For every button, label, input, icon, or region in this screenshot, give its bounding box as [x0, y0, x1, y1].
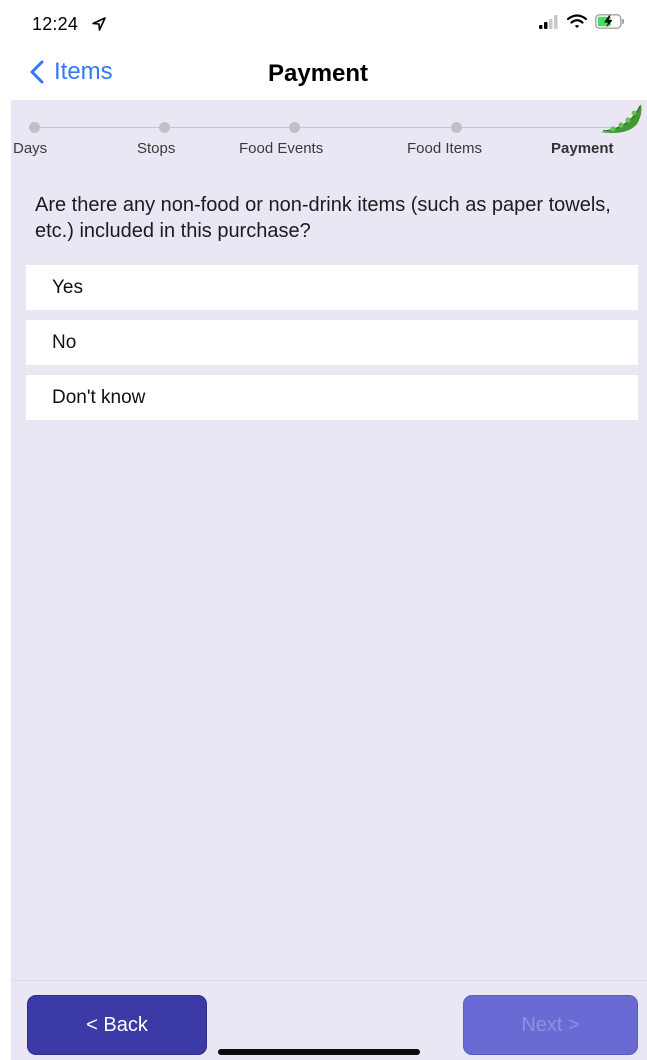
- step-label-payment: Payment: [551, 140, 614, 157]
- wifi-icon: [567, 14, 587, 28]
- back-nav-label: Items: [54, 58, 113, 85]
- step-label-food-events: Food Events: [239, 140, 324, 157]
- navigation-bar: Items Payment: [0, 50, 647, 98]
- battery-charging-icon: [595, 14, 624, 29]
- progress-stepper: Days Stops Food Events Food Items Paymen…: [11, 100, 647, 166]
- step-label-days: Days: [13, 140, 48, 157]
- status-bar: 12:24: [0, 0, 647, 44]
- peapod-icon: [600, 104, 642, 133]
- home-indicator: [218, 1049, 420, 1055]
- status-time: 12:24: [32, 14, 79, 34]
- option-label: Don't know: [52, 386, 146, 408]
- app-screen: 12:24 Items Payment Days Stops Food Even…: [0, 0, 647, 1060]
- progress-dot-days: [29, 122, 40, 133]
- progress-dot-food-events: [289, 122, 300, 133]
- chevron-left-icon: [30, 60, 44, 84]
- progress-line: [31, 127, 627, 128]
- bottom-button-bar: < Back Next >: [11, 980, 647, 1060]
- cellular-signal-icon: [539, 14, 558, 29]
- page-title: Payment: [268, 60, 369, 87]
- option-yes[interactable]: Yes: [26, 265, 638, 310]
- next-button[interactable]: Next >: [463, 995, 638, 1055]
- content-area: Days Stops Food Events Food Items Paymen…: [11, 100, 647, 980]
- answer-options: Yes No Don't know: [26, 265, 638, 430]
- step-label-food-items: Food Items: [407, 140, 483, 157]
- back-button[interactable]: < Back: [27, 995, 207, 1055]
- back-to-items-button[interactable]: Items: [30, 58, 113, 86]
- progress-dot-food-items: [451, 122, 462, 133]
- step-label-stops: Stops: [137, 140, 176, 157]
- option-no[interactable]: No: [26, 320, 638, 365]
- option-label: No: [52, 331, 77, 353]
- location-arrow-icon: [92, 17, 106, 31]
- question-text: Are there any non-food or non-drink item…: [35, 194, 611, 242]
- option-label: Yes: [52, 276, 83, 298]
- status-icons: [539, 14, 625, 29]
- option-dont-know[interactable]: Don't know: [26, 375, 638, 420]
- progress-dot-stops: [159, 122, 170, 133]
